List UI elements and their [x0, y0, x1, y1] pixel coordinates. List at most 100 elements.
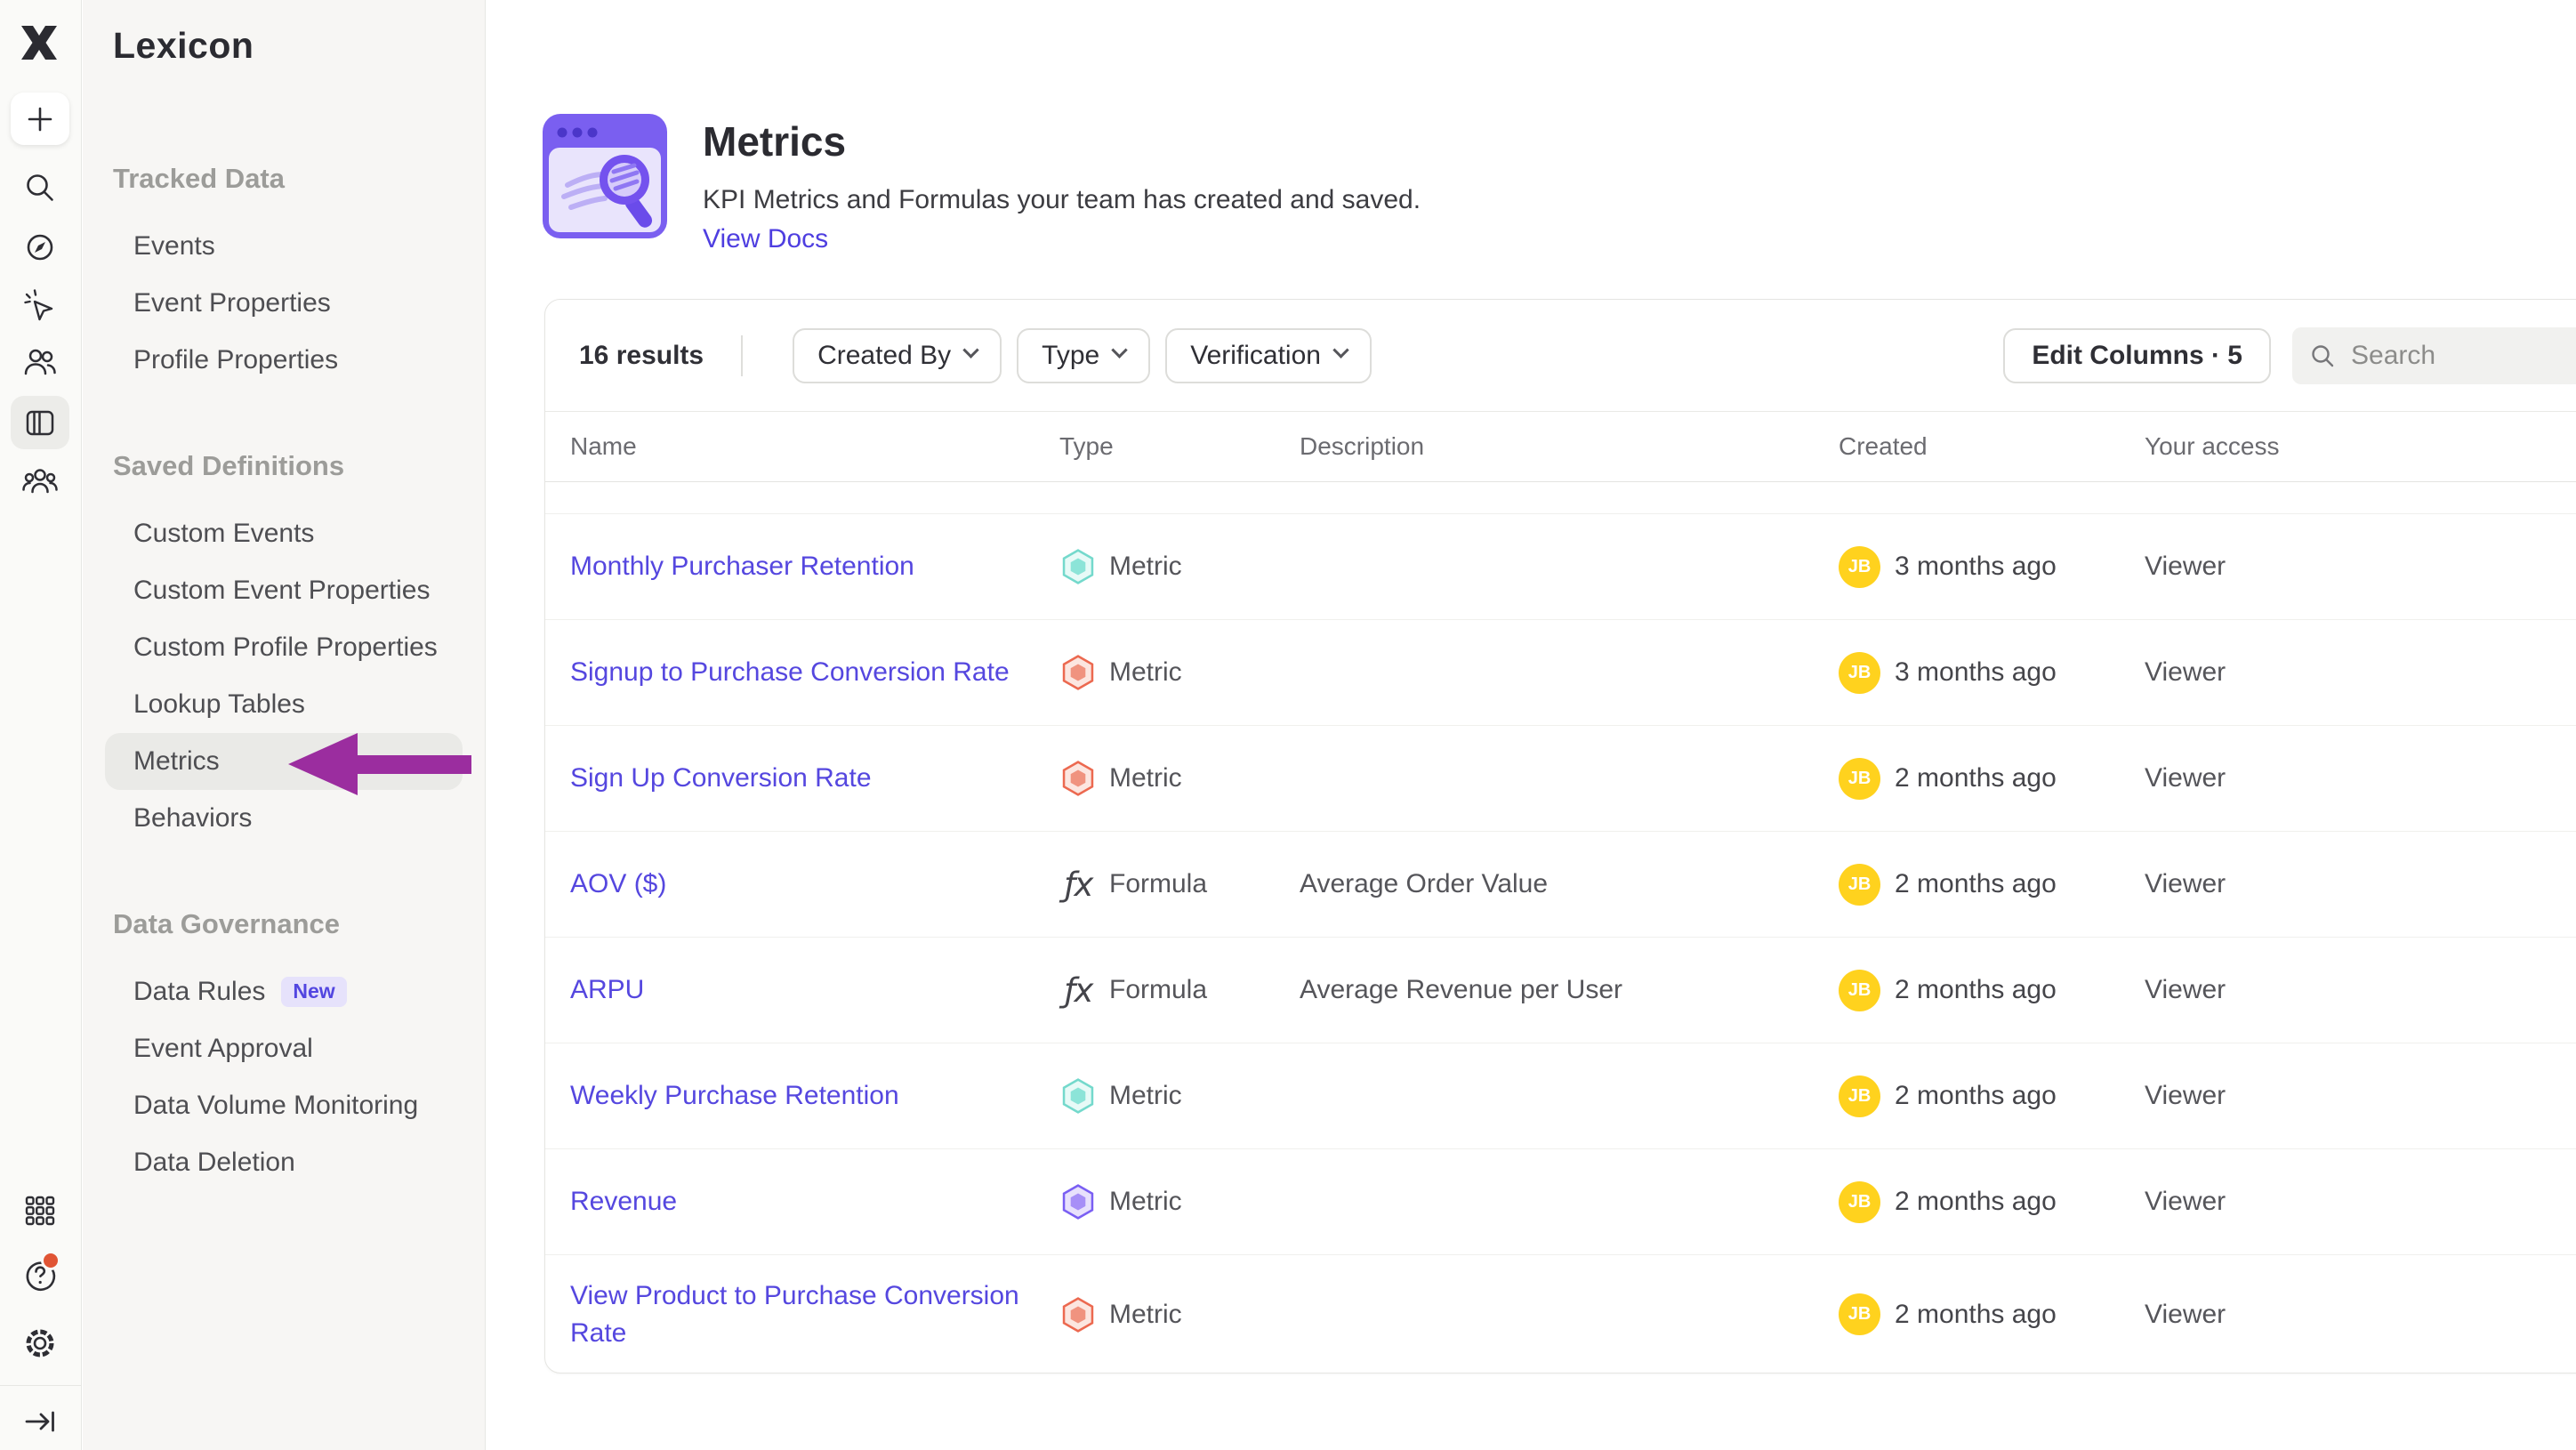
- filter-type[interactable]: Type: [1017, 328, 1150, 383]
- metric-name-link[interactable]: ARPU: [570, 971, 644, 1009]
- type-label: Formula: [1109, 975, 1207, 1005]
- search-icon: [2308, 342, 2337, 370]
- access-cell: Viewer: [2145, 869, 2576, 899]
- col-created: Created: [1833, 432, 2145, 461]
- col-description: Description: [1291, 432, 1833, 461]
- avatar: JB: [1839, 546, 1880, 588]
- cohorts-icon[interactable]: [21, 463, 59, 500]
- access-cell: Viewer: [2145, 552, 2576, 582]
- metrics-table-card: 16 results Created By Type Verification …: [544, 299, 2576, 1373]
- chevron-down-icon: [962, 342, 978, 358]
- sidebar-item-events[interactable]: Events: [133, 218, 463, 275]
- table-row: AOV ($) ƒxFormula Average Order Value JB…: [545, 832, 2576, 938]
- lexicon-sidebar: Lexicon Tracked Data Events Event Proper…: [83, 0, 486, 1450]
- chevron-down-icon: [1332, 342, 1348, 358]
- metric-name-link[interactable]: Revenue: [570, 1183, 677, 1220]
- col-your-access: Your access: [2145, 432, 2576, 461]
- sidebar-item-event-properties[interactable]: Event Properties: [133, 275, 463, 332]
- collapse-exit-icon[interactable]: [21, 1403, 59, 1440]
- create-new-button[interactable]: [11, 93, 69, 145]
- created-time: 2 months ago: [1895, 869, 2057, 899]
- table-row: Monthly Purchaser Retention Metric JB3 m…: [545, 514, 2576, 620]
- settings-gear-icon[interactable]: [21, 1325, 59, 1362]
- avatar: JB: [1839, 652, 1880, 694]
- metric-hexagon-teal-icon: [1059, 1077, 1097, 1115]
- edit-columns-button[interactable]: Edit Columns · 5: [2003, 328, 2271, 383]
- sidebar-item-custom-event-properties[interactable]: Custom Event Properties: [133, 562, 463, 619]
- sidebar-item-custom-events[interactable]: Custom Events: [133, 505, 463, 562]
- sidebar-item-data-rules[interactable]: Data RulesNew: [133, 963, 463, 1020]
- metric-name-link[interactable]: View Product to Purchase Conversion Rate: [570, 1277, 1033, 1352]
- access-cell: Viewer: [2145, 1081, 2576, 1111]
- col-type: Type: [1059, 432, 1291, 461]
- boards-icon[interactable]: [21, 404, 59, 441]
- rail-bottom-divider: [0, 1385, 82, 1386]
- metric-hexagon-orange-icon: [1059, 654, 1097, 691]
- type-label: Metric: [1109, 1187, 1182, 1217]
- lexicon-page: Lexicon Tracked Data Events Event Proper…: [0, 0, 2576, 1450]
- formula-fx-icon: ƒx: [1059, 866, 1097, 904]
- created-time: 2 months ago: [1895, 1300, 2057, 1330]
- sidebar-item-profile-properties[interactable]: Profile Properties: [133, 332, 463, 389]
- avatar: JB: [1839, 864, 1880, 906]
- type-label: Metric: [1109, 763, 1182, 793]
- avatar: JB: [1839, 970, 1880, 1011]
- plus-icon: [25, 104, 55, 134]
- created-time: 2 months ago: [1895, 1081, 2057, 1111]
- table-header: Name Type Description Created Your acces…: [545, 411, 2576, 482]
- sidebar-item-event-approval[interactable]: Event Approval: [133, 1020, 463, 1077]
- col-name: Name: [570, 432, 1059, 461]
- annotation-arrow: [286, 731, 473, 797]
- apps-grid-icon[interactable]: [21, 1192, 59, 1229]
- search-input[interactable]: [2351, 341, 2564, 371]
- filter-created-by[interactable]: Created By: [793, 328, 1002, 383]
- access-cell: Viewer: [2145, 657, 2576, 688]
- metric-name-link[interactable]: Signup to Purchase Conversion Rate: [570, 654, 1010, 691]
- type-label: Metric: [1109, 1300, 1182, 1330]
- table-row: Revenue Metric JB2 months ago Viewer: [545, 1149, 2576, 1255]
- metric-hexagon-purple-icon: [1059, 1183, 1097, 1220]
- metric-name-link[interactable]: Monthly Purchaser Retention: [570, 548, 914, 585]
- access-cell: Viewer: [2145, 1187, 2576, 1217]
- results-count: 16 results: [579, 341, 704, 371]
- sidebar-item-lookup-tables[interactable]: Lookup Tables: [133, 676, 463, 733]
- sidebar-item-data-deletion[interactable]: Data Deletion: [133, 1134, 463, 1191]
- metric-name-link[interactable]: Sign Up Conversion Rate: [570, 760, 872, 797]
- type-label: Formula: [1109, 869, 1207, 899]
- table-spacer-row: [545, 482, 2576, 514]
- chevron-down-icon: [1112, 342, 1128, 358]
- magic-cursor-icon[interactable]: [21, 286, 59, 324]
- sidebar-title: Lexicon: [113, 25, 485, 68]
- help-notification-dot: [41, 1251, 60, 1270]
- table-row: ARPU ƒxFormula Average Revenue per User …: [545, 938, 2576, 1043]
- compass-icon[interactable]: [21, 229, 59, 266]
- type-label: Metric: [1109, 1081, 1182, 1111]
- sidebar-item-behaviors[interactable]: Behaviors: [133, 790, 463, 847]
- avatar: JB: [1839, 1075, 1880, 1117]
- description-cell: Average Revenue per User: [1291, 975, 1833, 1005]
- created-time: 2 months ago: [1895, 763, 2057, 793]
- type-label: Metric: [1109, 657, 1182, 688]
- type-label: Metric: [1109, 552, 1182, 582]
- data-governance-list: Data RulesNew Event Approval Data Volume…: [113, 963, 463, 1191]
- section-data-governance: Data Governance: [113, 908, 485, 940]
- metrics-app-icon: [543, 114, 667, 238]
- search-nav-icon[interactable]: [21, 169, 59, 206]
- table-toolbar: 16 results Created By Type Verification …: [545, 300, 2576, 411]
- view-docs-link[interactable]: View Docs: [703, 224, 828, 254]
- page-title: Metrics: [703, 117, 1948, 165]
- sidebar-item-custom-profile-properties[interactable]: Custom Profile Properties: [133, 619, 463, 676]
- sidebar-item-data-volume-monitoring[interactable]: Data Volume Monitoring: [133, 1077, 463, 1134]
- avatar: JB: [1839, 1181, 1880, 1223]
- metric-name-link[interactable]: Weekly Purchase Retention: [570, 1077, 899, 1115]
- search-box[interactable]: [2292, 327, 2576, 384]
- formula-fx-icon: ƒx: [1059, 971, 1097, 1010]
- filter-verification[interactable]: Verification: [1165, 328, 1372, 383]
- toolbar-divider: [741, 335, 743, 376]
- created-time: 3 months ago: [1895, 657, 2057, 688]
- metric-name-link[interactable]: AOV ($): [570, 866, 666, 903]
- metric-hexagon-teal-icon: [1059, 548, 1097, 585]
- users-icon[interactable]: [21, 343, 59, 381]
- mixpanel-logo-icon[interactable]: [19, 23, 60, 62]
- access-cell: Viewer: [2145, 763, 2576, 793]
